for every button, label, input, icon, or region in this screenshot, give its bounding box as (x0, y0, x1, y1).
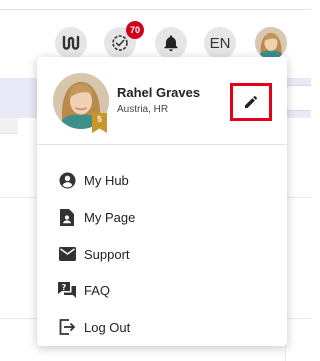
edit-profile-button[interactable] (230, 83, 272, 121)
language-button[interactable]: EN (204, 27, 236, 59)
menu-item-label: My Hub (84, 173, 129, 188)
tasks-icon (112, 35, 128, 51)
header-divider (0, 9, 311, 10)
menu-item-log-out[interactable]: Log Out (37, 309, 287, 345)
account-circle-icon (58, 171, 76, 189)
user-name: Rahel Graves (117, 85, 201, 100)
menu-item-label: My Page (84, 210, 136, 225)
menu-item-label: FAQ (84, 283, 111, 298)
dropdown-divider (37, 144, 287, 145)
menu-item-label: Log Out (84, 320, 131, 335)
language-label: EN (209, 34, 231, 52)
logo-button[interactable] (55, 27, 87, 59)
menu-item-label: Support (84, 247, 130, 262)
badge-document-icon (58, 208, 76, 226)
notifications-button[interactable] (155, 27, 187, 59)
background-tab (0, 118, 18, 134)
pencil-icon (245, 95, 258, 108)
bell-icon (164, 35, 178, 52)
menu-item-my-page[interactable]: My Page (37, 199, 287, 235)
menu-item-faq[interactable]: ? FAQ (37, 272, 287, 308)
profile-dropdown: 5 Rahel Graves Austria, HR My Hub My Pag… (37, 57, 287, 346)
faq-icon: ? (58, 281, 76, 299)
logout-icon (58, 318, 76, 336)
background-control (286, 85, 311, 111)
user-location: Austria, HR (117, 104, 169, 115)
svg-text:?: ? (62, 283, 67, 292)
mail-icon (58, 245, 76, 263)
menu-item-my-hub[interactable]: My Hub (37, 162, 287, 198)
rank-badge-value: 5 (97, 115, 102, 124)
notification-badge: 70 (126, 21, 144, 39)
menu-item-support[interactable]: Support (37, 236, 287, 272)
avatar-image (255, 27, 287, 59)
avatar[interactable] (255, 27, 287, 59)
logo-icon (62, 35, 80, 50)
